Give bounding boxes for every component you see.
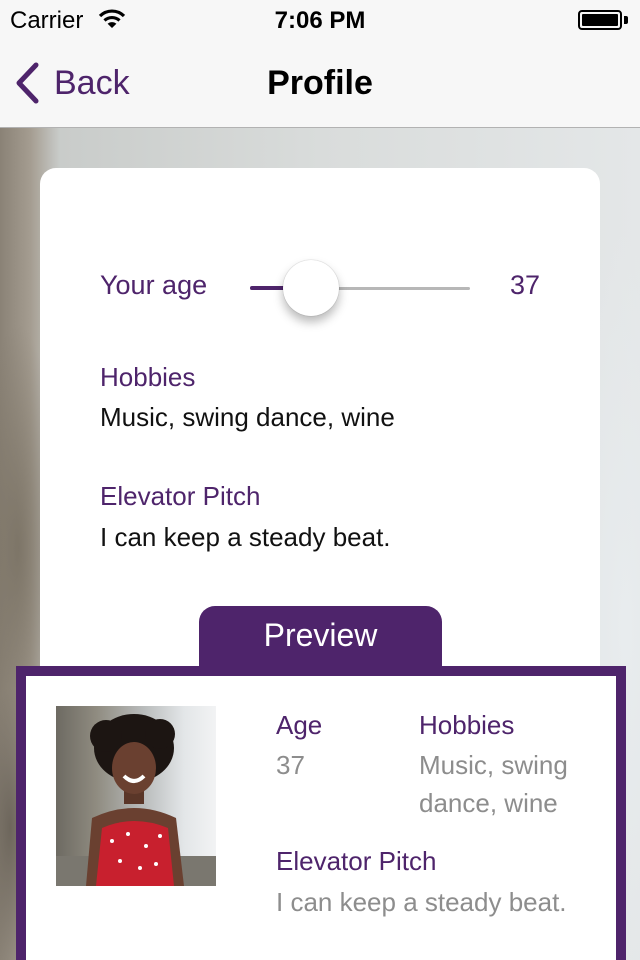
age-slider-thumb[interactable] (283, 260, 339, 316)
preview-hobbies-line1: Music, swing (419, 750, 568, 780)
page-title: Profile (267, 64, 373, 102)
preview-age-label: Age (276, 710, 323, 740)
battery-icon (578, 10, 628, 30)
preview-tab[interactable]: Preview (199, 606, 442, 668)
preview-age-value: 37 (276, 750, 305, 780)
age-value: 37 (509, 270, 540, 300)
age-label: Your age (100, 270, 208, 300)
preview-pitch-value: I can keep a steady beat. (276, 887, 567, 917)
elevator-pitch-label: Elevator Pitch (100, 481, 261, 511)
age-row: Your age 37 (100, 260, 540, 316)
navigation-bar: Back Profile (0, 40, 640, 128)
hobbies-field[interactable]: Music, swing dance, wine (100, 402, 395, 433)
preview-hobbies-label: Hobbies (419, 710, 515, 740)
elevator-pitch-field[interactable]: I can keep a steady beat. (100, 522, 391, 553)
status-time: 7:06 PM (274, 7, 366, 34)
age-slider[interactable] (250, 260, 470, 316)
profile-photo (56, 706, 216, 886)
preview-hobbies-line2: dance, wine (419, 788, 558, 818)
hobbies-label: Hobbies (100, 362, 196, 392)
preview-pitch-label: Elevator Pitch (276, 846, 437, 876)
status-bar: Carrier 7:06 PM (0, 0, 640, 40)
person-photo-icon (56, 714, 216, 886)
preview-panel: Age 37 Hobbies Music, swing dance, wine … (16, 666, 626, 960)
